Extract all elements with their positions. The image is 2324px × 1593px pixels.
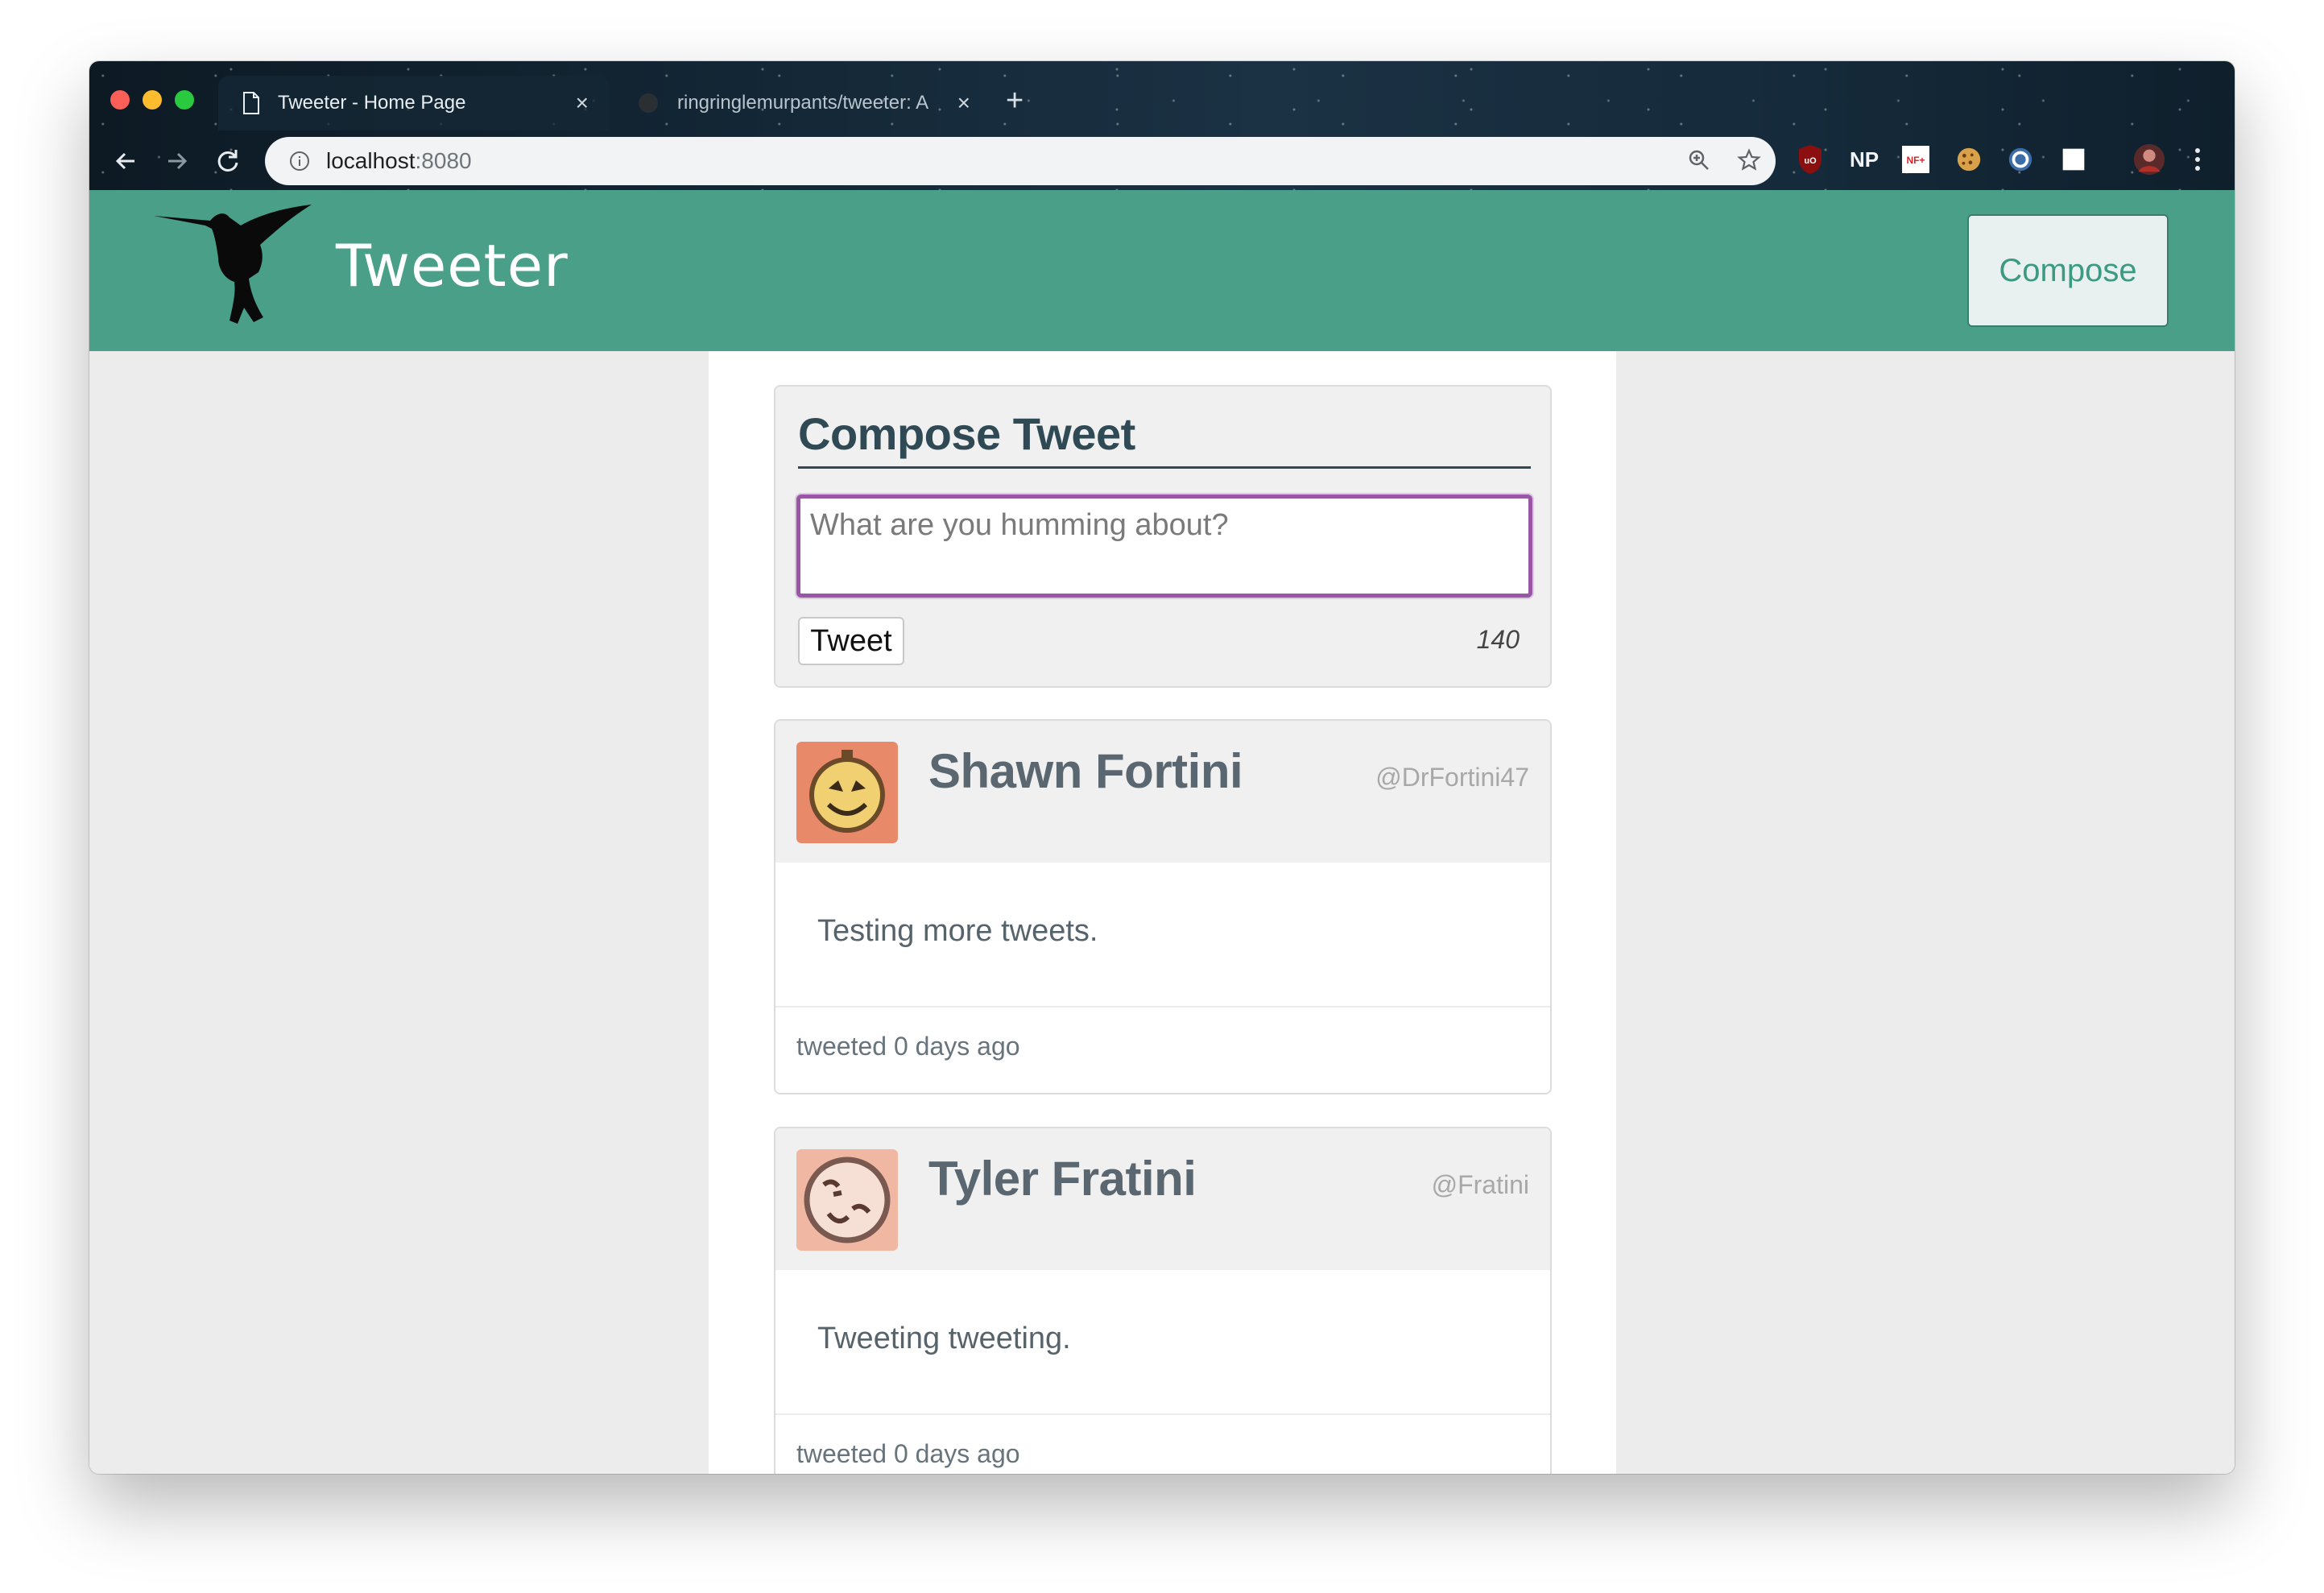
tweet-footer: tweeted 0 days ago [775, 1415, 1550, 1474]
menu-kebab-icon[interactable] [2188, 143, 2207, 176]
tweet-author-handle: @Fratini [1431, 1170, 1529, 1199]
tweet-card: Tyler Fratini @Fratini Tweeting tweeting… [774, 1127, 1552, 1474]
character-counter: 140 [1476, 625, 1520, 654]
minimize-window-button[interactable] [143, 90, 162, 110]
reload-icon[interactable] [212, 145, 244, 177]
ublock-label: uO [1804, 156, 1817, 166]
browser-window: Tweeter - Home Page × ringringlemurpants… [89, 61, 2235, 1474]
tweet-timestamp: tweeted 0 days ago [796, 1439, 1020, 1468]
np-label: NP [1849, 147, 1879, 172]
address-bar[interactable]: localhost:8080 [265, 137, 1776, 185]
tweet-card: Shawn Fortini @DrFortini47 Testing more … [774, 719, 1552, 1094]
github-icon [639, 93, 658, 113]
tweet-author-name: Tyler Fratini [928, 1152, 1197, 1206]
site-header: Tweeter Compose [89, 190, 2235, 351]
tab-tweeter-home[interactable]: Tweeter - Home Page × [218, 76, 610, 130]
back-icon[interactable] [110, 145, 143, 177]
tweet-footer: tweeted 0 days ago [775, 1008, 1550, 1093]
tweet-submit-button[interactable]: Tweet [798, 617, 904, 665]
close-tab-icon[interactable]: × [957, 90, 970, 116]
tweet-text-input[interactable] [796, 494, 1532, 598]
browser-chrome: Tweeter - Home Page × ringringlemurpants… [89, 61, 2235, 190]
avatar [796, 742, 898, 843]
tweet-author-handle: @DrFortini47 [1375, 763, 1529, 792]
tab-title: Tweeter - Home Page [278, 92, 466, 114]
profile-avatar[interactable] [2132, 143, 2167, 176]
compose-title: Compose Tweet [798, 408, 1531, 469]
tab-github-repo[interactable]: ringringlemurpants/tweeter: A × [613, 76, 991, 130]
tweet-content: Testing more tweets. [817, 914, 1098, 948]
avatar [796, 1149, 898, 1251]
main-column: Compose Tweet Tweet 140 Shawn Fortini @D… [709, 351, 1616, 1474]
square-icon[interactable] [2059, 143, 2088, 176]
circle-icon[interactable] [2006, 143, 2035, 176]
site-title: Tweeter [336, 232, 569, 300]
np-icon[interactable]: NP [1848, 143, 1880, 176]
url-host: localhost [326, 148, 416, 173]
tweet-timestamp: tweeted 0 days ago [796, 1032, 1020, 1061]
forward-icon[interactable] [160, 145, 192, 177]
tweet-content: Tweeting tweeting. [817, 1322, 1071, 1355]
close-window-button[interactable] [110, 90, 130, 110]
tweet-header: Shawn Fortini @DrFortini47 [775, 721, 1550, 863]
ublock-icon[interactable]: uO [1797, 143, 1824, 176]
tweet-header: Tyler Fratini @Fratini [775, 1128, 1550, 1270]
compose-tweet-form: Compose Tweet Tweet 140 [774, 385, 1552, 688]
document-icon [243, 92, 259, 114]
tweet-body: Tweeting tweeting. [775, 1270, 1550, 1415]
tweet-body: Testing more tweets. [775, 863, 1550, 1008]
tab-title: ringringlemurpants/tweeter: A [677, 92, 929, 114]
nf-label: NF+ [1906, 155, 1925, 166]
tweet-author-name: Shawn Fortini [928, 744, 1243, 798]
hummingbird-logo-icon [154, 205, 312, 324]
url-port: :8080 [415, 148, 472, 173]
page-content: Tweeter Compose Compose Tweet Tweet 140 [89, 190, 2235, 1474]
cookie-icon[interactable] [1954, 143, 1983, 176]
close-tab-icon[interactable]: × [576, 90, 589, 116]
info-icon[interactable] [289, 151, 310, 172]
nf-icon[interactable]: NF+ [1901, 143, 1930, 176]
zoom-icon[interactable] [1687, 148, 1711, 172]
new-tab-icon[interactable]: + [1006, 85, 1023, 116]
compose-button[interactable]: Compose [1967, 214, 2169, 327]
maximize-window-button[interactable] [175, 90, 194, 110]
bookmark-star-icon[interactable] [1737, 148, 1761, 172]
